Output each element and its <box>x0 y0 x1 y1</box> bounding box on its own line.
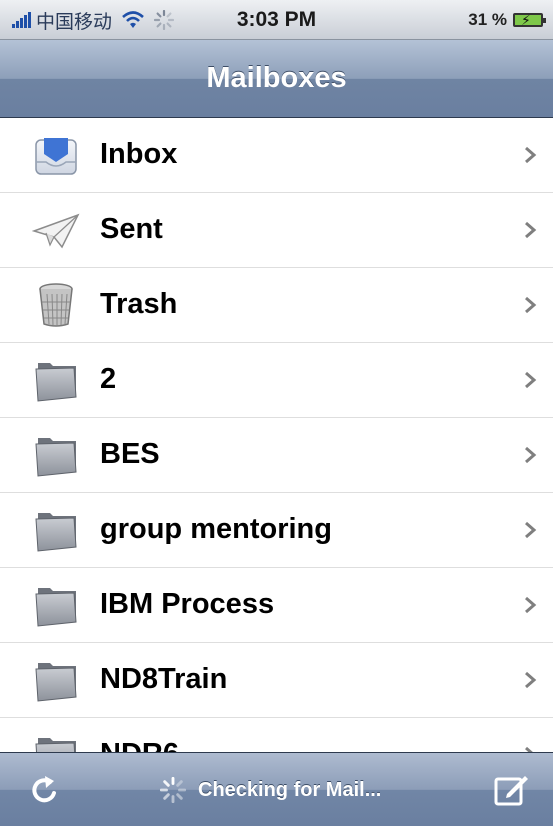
inbox-icon <box>35 138 77 175</box>
mailbox-label: BES <box>100 438 160 470</box>
mailbox-label: NDR6 <box>100 738 179 752</box>
folder-icon <box>35 363 77 402</box>
checking-text: Checking for Mail... <box>198 778 382 801</box>
mailbox-label: 2 <box>100 363 117 395</box>
trash-icon <box>39 283 73 327</box>
mailbox-row-trash[interactable]: Trash <box>0 268 553 343</box>
activity-spinner-icon <box>160 777 186 803</box>
folder-icon <box>35 513 77 552</box>
chevron-right-icon <box>525 671 537 689</box>
folder-icon <box>35 663 77 702</box>
mailbox-row-folder[interactable]: NDR6 <box>0 718 553 752</box>
compose-icon[interactable] <box>493 773 529 807</box>
mailbox-row-folder[interactable]: IBM Process <box>0 568 553 643</box>
sent-icon <box>32 213 80 249</box>
folder-icon <box>35 438 77 477</box>
mailbox-row-sent[interactable]: Sent <box>0 193 553 268</box>
status-bar: 中国移动 3:03 PM 31 % ⚡ <box>0 0 553 40</box>
chevron-right-icon <box>525 146 537 164</box>
status-right: 31 % ⚡ <box>468 10 546 30</box>
bottom-toolbar: Checking for Mail... <box>0 752 553 826</box>
mailbox-label: Sent <box>100 213 163 245</box>
chevron-right-icon <box>525 296 537 314</box>
mailbox-row-inbox[interactable]: Inbox <box>0 118 553 193</box>
folder-icon <box>35 588 77 627</box>
chevron-right-icon <box>525 596 537 614</box>
chevron-right-icon <box>525 746 533 752</box>
chevron-right-icon <box>525 371 537 389</box>
mailbox-list: Inbox Sent Trash 2 BES group mentoring I… <box>0 118 553 752</box>
page-title: Mailboxes <box>206 62 347 94</box>
mailbox-label: Inbox <box>100 138 178 170</box>
mailbox-label: group mentoring <box>100 513 332 545</box>
mailbox-label: Trash <box>100 288 178 320</box>
mailbox-label: ND8Train <box>100 663 228 695</box>
checking-status: Checking for Mail... <box>160 777 381 803</box>
battery-charging-icon: ⚡ <box>513 12 546 28</box>
mailbox-row-folder[interactable]: BES <box>0 418 553 493</box>
chevron-right-icon <box>525 221 537 239</box>
battery-percent: 31 % <box>468 10 507 29</box>
mailbox-row-folder[interactable]: 2 <box>0 343 553 418</box>
navigation-bar: Mailboxes <box>0 40 553 118</box>
mailbox-row-folder[interactable]: group mentoring <box>0 493 553 568</box>
refresh-icon[interactable] <box>28 773 62 807</box>
folder-icon <box>35 738 76 752</box>
chevron-right-icon <box>525 446 537 464</box>
mailbox-row-folder[interactable]: ND8Train <box>0 643 553 718</box>
mailbox-label: IBM Process <box>100 588 275 620</box>
chevron-right-icon <box>525 521 537 539</box>
